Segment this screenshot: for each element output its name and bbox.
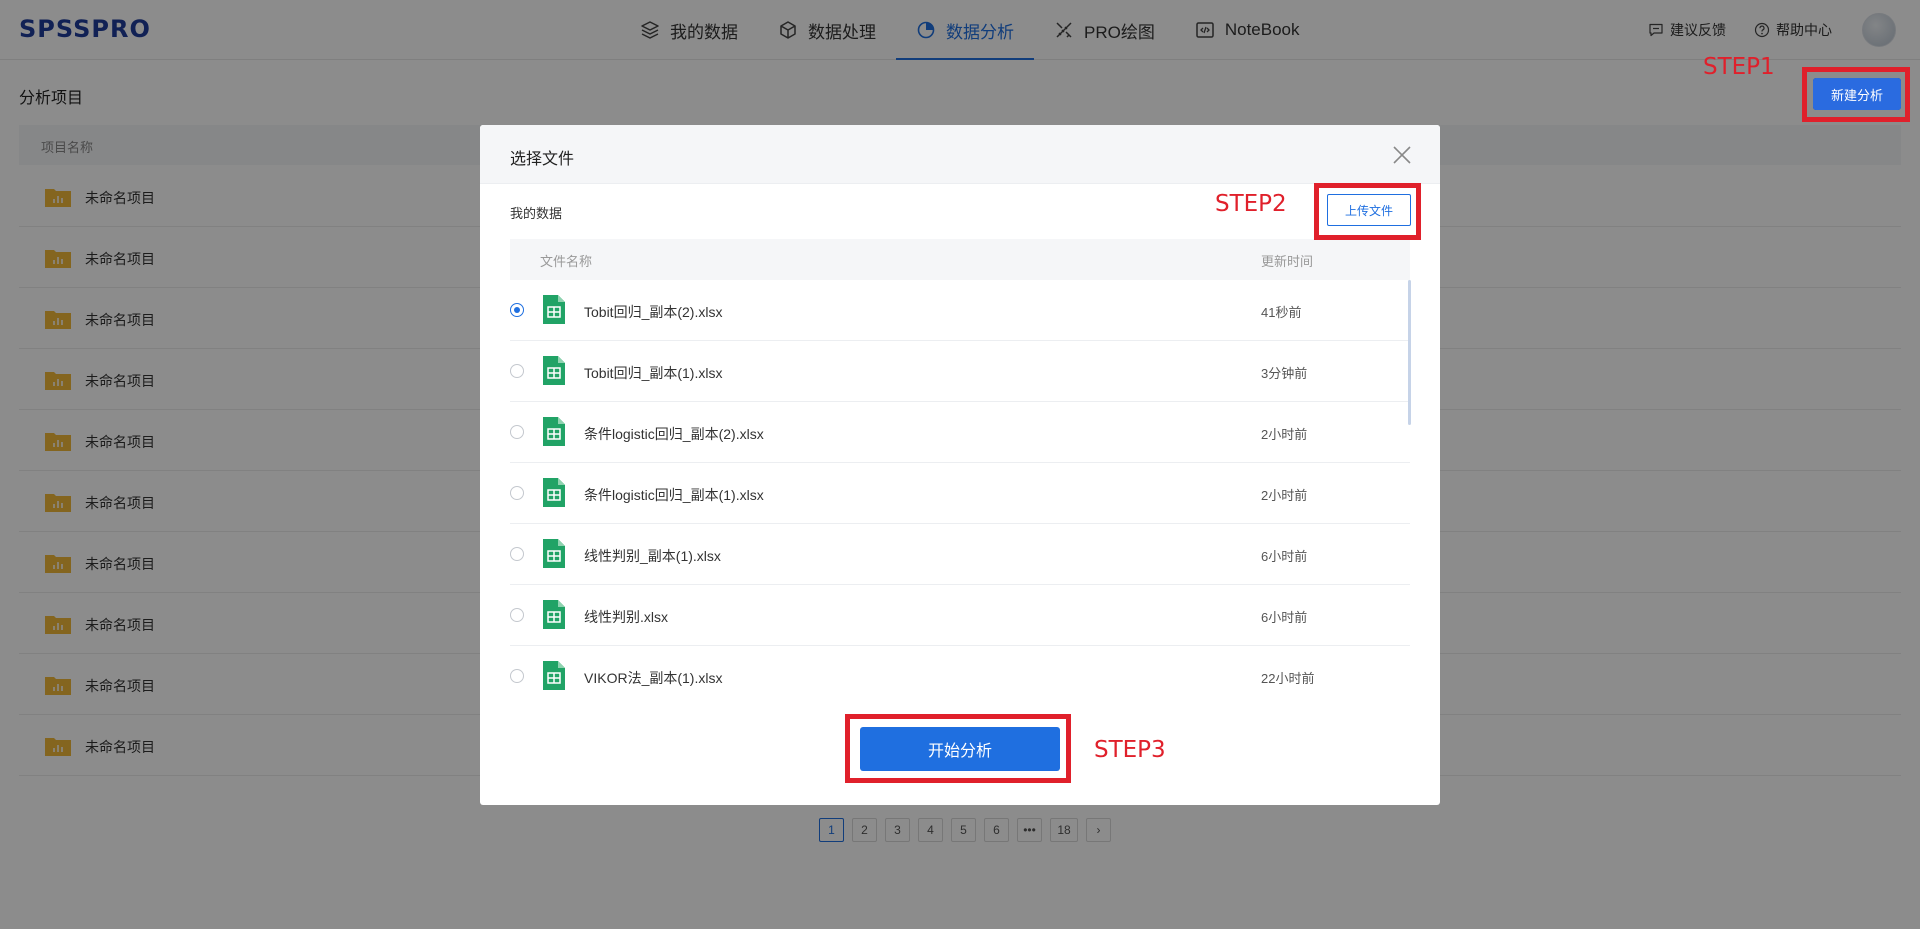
dialog-title: 选择文件 — [510, 151, 575, 168]
file-name: 条件logistic回归_副本(2).xlsx — [584, 426, 764, 442]
excel-file-icon — [543, 478, 565, 507]
step3-highlight-box — [845, 714, 1071, 783]
step2-highlight-box — [1314, 183, 1421, 240]
step2-label: STEP2 — [1215, 191, 1287, 217]
file-radio[interactable] — [510, 425, 524, 439]
column-updated-time: 更新时间 — [1261, 254, 1314, 269]
file-name: Tobit回归_副本(1).xlsx — [584, 365, 723, 381]
excel-file-icon — [543, 417, 565, 446]
file-row[interactable]: 线性判别.xlsx 6小时前 — [510, 585, 1410, 646]
file-row[interactable]: 条件logistic回归_副本(2).xlsx 2小时前 — [510, 402, 1410, 463]
step1-label: STEP1 — [1703, 54, 1775, 80]
file-name: 线性判别.xlsx — [584, 609, 668, 625]
file-row[interactable]: 线性判别_副本(1).xlsx 6小时前 — [510, 524, 1410, 585]
excel-file-icon — [543, 600, 565, 629]
file-time: 6小时前 — [1261, 610, 1308, 625]
file-time: 41秒前 — [1261, 305, 1302, 320]
file-list: Tobit回归_副本(2).xlsx 41秒前 Tobit回归_副本(1).xl… — [510, 280, 1410, 698]
file-row[interactable]: Tobit回归_副本(2).xlsx 41秒前 — [510, 280, 1410, 341]
file-radio[interactable] — [510, 547, 524, 561]
file-time: 22小时前 — [1261, 671, 1315, 686]
excel-file-icon — [543, 356, 565, 385]
file-radio[interactable] — [510, 669, 524, 683]
column-file-name: 文件名称 — [540, 254, 593, 269]
excel-file-icon — [543, 539, 565, 568]
file-list-scrollbar[interactable] — [1408, 280, 1411, 425]
dialog-header: 选择文件 — [480, 125, 1440, 184]
file-name: 条件logistic回归_副本(1).xlsx — [584, 487, 764, 503]
file-radio[interactable] — [510, 364, 524, 378]
file-table-header: 文件名称 更新时间 — [510, 239, 1410, 280]
step1-highlight-box — [1802, 67, 1910, 122]
file-row[interactable]: Tobit回归_副本(1).xlsx 3分钟前 — [510, 341, 1410, 402]
excel-file-icon — [543, 295, 565, 324]
file-time: 2小时前 — [1261, 488, 1308, 503]
file-row[interactable]: VIKOR法_副本(1).xlsx 22小时前 — [510, 646, 1410, 698]
file-radio[interactable] — [510, 608, 524, 622]
my-data-label: 我的数据 — [510, 206, 563, 221]
file-time: 2小时前 — [1261, 427, 1308, 442]
file-time: 6小时前 — [1261, 549, 1308, 564]
file-time: 3分钟前 — [1261, 366, 1308, 381]
file-name: Tobit回归_副本(2).xlsx — [584, 304, 723, 320]
excel-file-icon — [543, 661, 565, 690]
file-name: VIKOR法_副本(1).xlsx — [584, 670, 723, 686]
file-radio[interactable] — [510, 486, 524, 500]
file-name: 线性判别_副本(1).xlsx — [584, 548, 721, 564]
select-file-dialog: 选择文件 我的数据 上传文件 文件名称 更新时间 Tobit回归_副本(2).x… — [480, 125, 1440, 805]
file-radio[interactable] — [510, 303, 524, 317]
file-row[interactable]: 条件logistic回归_副本(1).xlsx 2小时前 — [510, 463, 1410, 524]
step3-label: STEP3 — [1094, 737, 1166, 763]
close-icon[interactable] — [1391, 144, 1413, 166]
